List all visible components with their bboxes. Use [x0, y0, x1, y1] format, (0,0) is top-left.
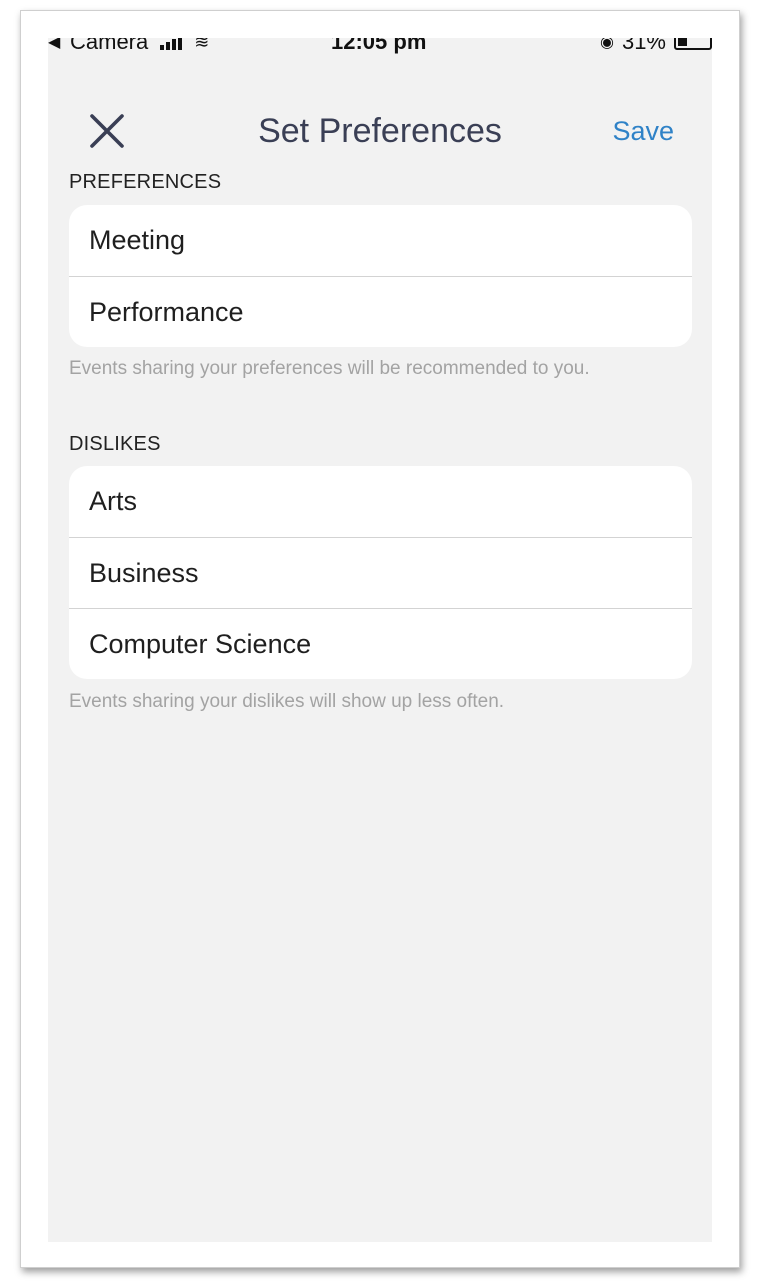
status-right: ◉ 31% [600, 38, 712, 55]
preference-item-meeting[interactable]: Meeting [69, 205, 692, 276]
dislike-item-arts[interactable]: Arts [69, 466, 692, 537]
back-to-app-icon[interactable]: ◀ [48, 38, 62, 52]
rotation-lock-icon: ◉ [599, 38, 614, 51]
battery-percentage: 31% [621, 38, 666, 54]
preferences-section-header: PREFERENCES [69, 171, 222, 193]
cellular-signal-icon [160, 38, 183, 50]
back-app-label[interactable]: Camera [70, 38, 148, 55]
app-screen: ◀ Camera ≋ 12:05 pm ◉ 31% Set Preference… [48, 38, 712, 1242]
status-time: 12:05 pm [331, 38, 427, 54]
dislike-item-computer-science[interactable]: Computer Science [69, 608, 692, 679]
status-bar: ◀ Camera ≋ 12:05 pm ◉ 31% [48, 38, 712, 55]
battery-icon [674, 38, 712, 50]
wifi-icon: ≋ [194, 38, 210, 52]
preferences-list: Meeting Performance [69, 205, 692, 347]
dislike-item-business[interactable]: Business [69, 537, 692, 608]
battery-fill [678, 38, 687, 46]
status-left: ◀ Camera ≋ [48, 38, 209, 55]
preference-item-performance[interactable]: Performance [69, 276, 692, 347]
dislikes-list: Arts Business Computer Science [69, 466, 692, 679]
dislikes-section-header: DISLIKES [69, 433, 161, 455]
dislikes-footer-note: Events sharing your dislikes will show u… [69, 691, 505, 712]
preferences-footer-note: Events sharing your preferences will be … [69, 358, 590, 379]
navigation-bar: Set Preferences Save [48, 96, 712, 166]
save-button[interactable]: Save [612, 116, 674, 147]
